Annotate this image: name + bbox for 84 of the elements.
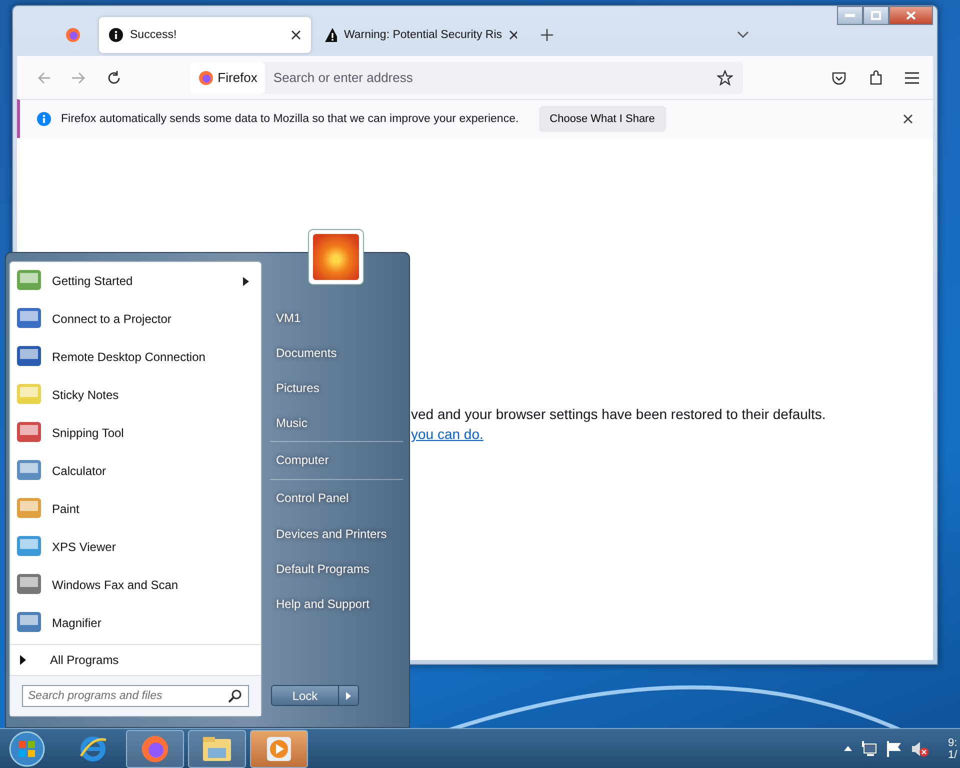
submenu-arrow-icon	[243, 276, 249, 286]
place-item[interactable]: Pictures	[270, 371, 403, 406]
menu-icon[interactable]	[904, 70, 920, 84]
pocket-icon[interactable]	[830, 70, 846, 86]
program-label: XPS Viewer	[52, 540, 117, 554]
address-bar[interactable]: Firefox Search or enter address	[190, 62, 743, 94]
close-button[interactable]	[889, 6, 933, 25]
program-item[interactable]: Paint	[10, 490, 261, 528]
program-label: Calculator	[52, 464, 108, 478]
taskbar-button[interactable]	[126, 730, 184, 768]
clock-text: 1/	[948, 748, 958, 760]
play-icon	[265, 734, 293, 762]
warning-icon	[325, 28, 337, 42]
place-item[interactable]: Control Panel	[270, 479, 403, 517]
puzzle-piece-icon[interactable]	[868, 70, 882, 86]
program-label: Windows Fax and Scan	[52, 578, 180, 592]
network-icon[interactable]	[861, 740, 877, 756]
firefox-logo-icon	[140, 734, 170, 764]
program-item[interactable]: Sticky Notes	[10, 376, 261, 414]
search-field[interactable]: Search programs and files	[22, 685, 249, 707]
minimize-icon	[845, 14, 855, 18]
maximize-icon	[871, 11, 881, 20]
page-link[interactable]: you can do.	[411, 426, 484, 442]
all-programs-label: All Programs	[50, 653, 119, 667]
caret-up-icon[interactable]	[844, 746, 852, 751]
triangle-right-icon	[346, 692, 351, 700]
triangle-right-icon	[20, 655, 26, 665]
place-item[interactable]: VM1	[270, 301, 403, 336]
tab-title: Warning: Potential Security Ris	[344, 29, 502, 41]
program-item[interactable]: XPS Viewer	[10, 528, 261, 566]
flag-icon[interactable]	[886, 740, 902, 756]
minimize-button[interactable]	[837, 6, 863, 25]
program-label: Getting Started	[52, 274, 134, 288]
reload-icon[interactable]	[106, 70, 120, 84]
close-icon[interactable]	[903, 114, 913, 124]
program-item[interactable]: Calculator	[10, 452, 261, 490]
taskbar-button[interactable]	[250, 730, 308, 768]
close-tab-icon[interactable]	[509, 30, 517, 40]
program-item[interactable]: Remote Desktop Connection	[10, 338, 261, 376]
info-icon	[37, 112, 51, 126]
place-item[interactable]: Music	[270, 406, 403, 441]
firefox-logo-icon[interactable]	[65, 27, 81, 43]
firefox-logo-icon	[198, 70, 214, 86]
program-label: Remote Desktop Connection	[52, 350, 206, 364]
tab-title: Success!	[130, 29, 178, 41]
clock-text: 9:	[948, 736, 958, 748]
address-field[interactable]: Search or enter address	[265, 69, 717, 86]
folder-icon	[202, 736, 232, 762]
place-item[interactable]: Documents	[270, 336, 403, 371]
letter-e-logo-icon	[78, 734, 108, 764]
place-item[interactable]: Devices and Printers	[270, 517, 403, 552]
identity-label[interactable]: Firefox	[190, 62, 266, 94]
program-label: Snipping Tool	[52, 426, 125, 440]
program-item[interactable]: Windows Fax and Scan	[10, 566, 261, 604]
browser-tab[interactable]: Warning: Potential Security Ris	[315, 17, 527, 53]
program-item[interactable]: Connect to a Projector	[10, 300, 261, 338]
program-item[interactable]: Magnifier	[10, 604, 261, 642]
program-label: Sticky Notes	[52, 388, 120, 402]
maximize-button[interactable]	[863, 6, 889, 25]
program-item[interactable]: Snipping Tool	[10, 414, 261, 452]
close-tab-icon[interactable]	[291, 30, 301, 40]
program-item[interactable]: Getting Started	[10, 262, 261, 300]
taskbar-button[interactable]	[188, 730, 246, 768]
close-icon	[906, 11, 916, 20]
shutdown-options-button[interactable]	[339, 685, 359, 706]
choose-what-i-share-button[interactable]: Choose What I Share	[538, 106, 666, 132]
program-label: Connect to a Projector	[52, 312, 172, 326]
browser-tab[interactable]: Success!	[99, 17, 311, 53]
speaker-muted-icon[interactable]	[911, 740, 929, 756]
chevron-down-icon[interactable]	[737, 31, 749, 39]
lock-button[interactable]: Lock	[271, 685, 339, 706]
user-picture[interactable]	[308, 229, 364, 285]
place-item[interactable]: Computer	[270, 441, 403, 479]
program-label: Paint	[52, 502, 80, 516]
info-icon	[109, 28, 123, 42]
search-icon	[228, 689, 242, 703]
notification-message: Firefox automatically sends some data to Mozilla so that we can improve your experience.	[61, 113, 519, 125]
program-label: Magnifier	[52, 616, 102, 630]
place-item[interactable]: Default Programs	[270, 552, 403, 587]
page-text: ved and your browser settings have been restored to their defaults.	[411, 406, 826, 422]
start-button[interactable]	[8, 730, 46, 768]
new-tab-icon[interactable]	[541, 29, 553, 41]
place-item[interactable]: Help and Support	[270, 587, 403, 622]
star-icon[interactable]	[716, 70, 733, 86]
